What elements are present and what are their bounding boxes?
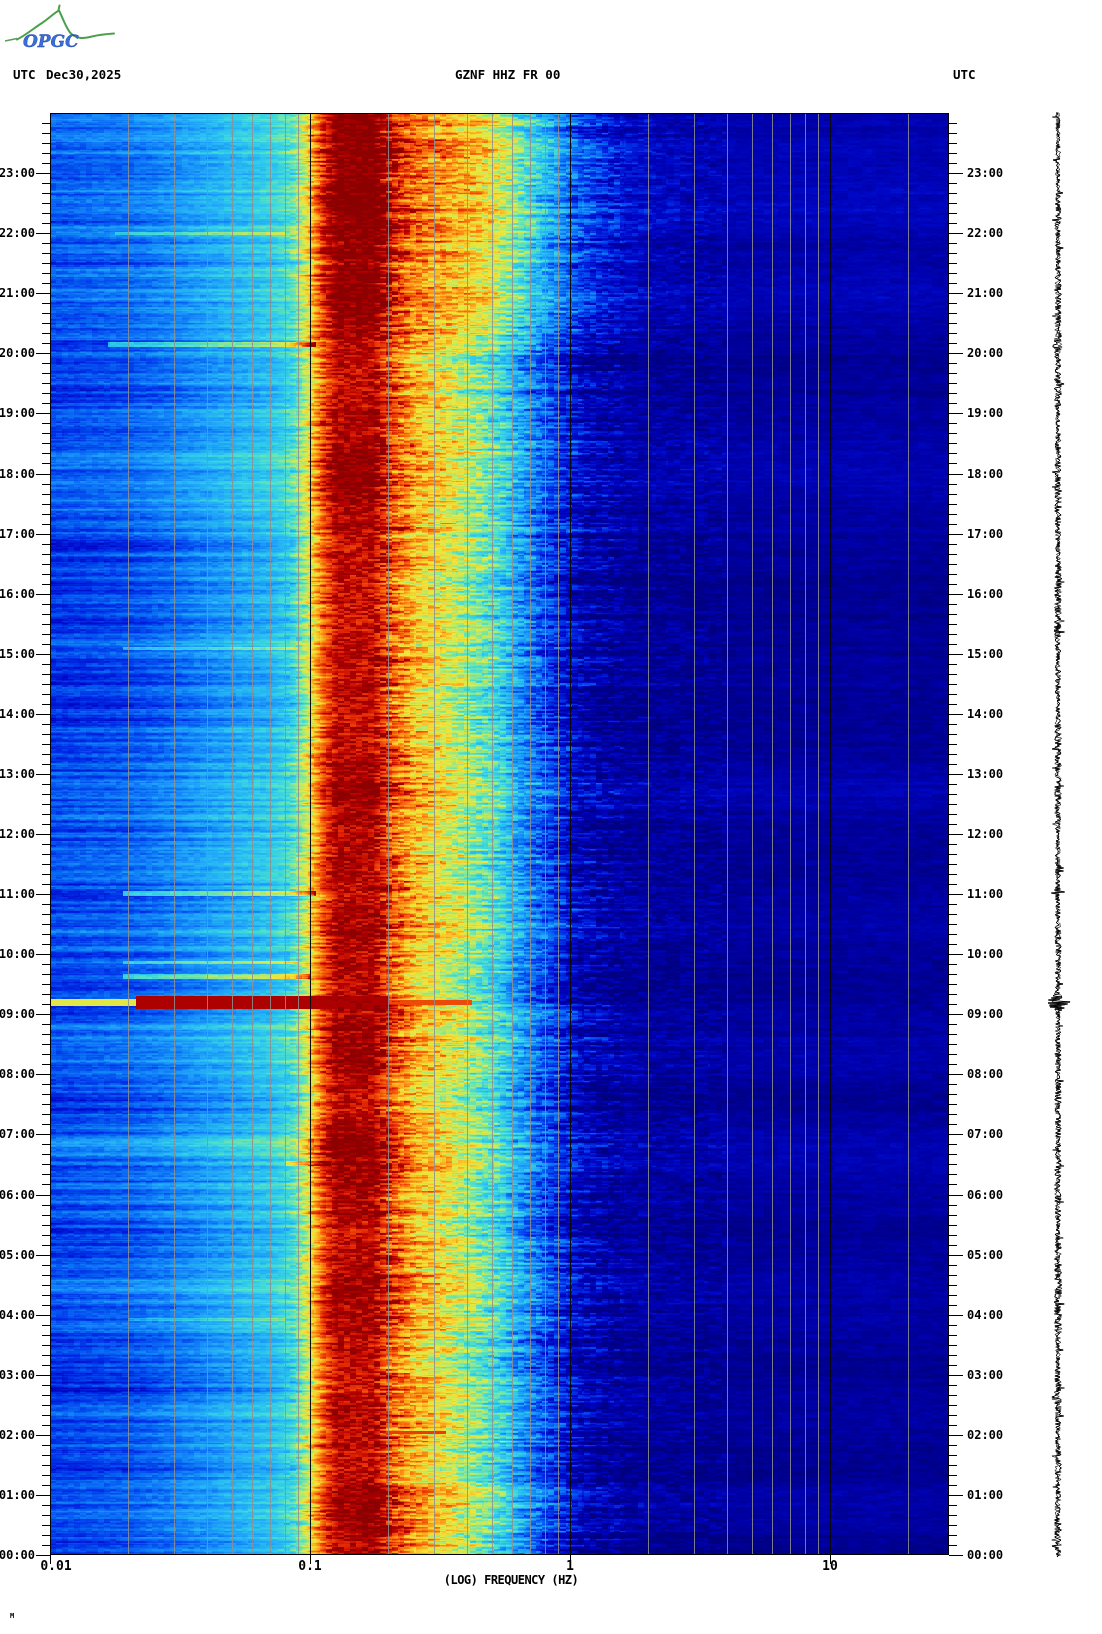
header-date: Dec30,2025 [46, 67, 121, 82]
hour-label-left: 05:00 [0, 1249, 35, 1262]
hour-label-right: 11:00 [967, 888, 1003, 901]
hour-label-right: 19:00 [967, 407, 1003, 420]
hour-label-right: 17:00 [967, 528, 1003, 541]
hour-label-right: 23:00 [967, 167, 1003, 180]
hour-label-left: 22:00 [0, 227, 35, 240]
hour-label-left: 02:00 [0, 1429, 35, 1442]
header-utc-left-label: UTC [13, 67, 36, 82]
hour-label-left: 08:00 [0, 1068, 35, 1081]
hour-label-left: 13:00 [0, 768, 35, 781]
hour-label-right: 03:00 [967, 1369, 1003, 1382]
spectrogram-canvas [50, 113, 949, 1555]
hour-label-right: 18:00 [967, 468, 1003, 481]
hour-label-left: 18:00 [0, 468, 35, 481]
hour-label-left: 01:00 [0, 1489, 35, 1502]
logo-dash-icon [5, 39, 17, 42]
footer-mark: M [10, 1612, 14, 1620]
hour-label-right: 21:00 [967, 287, 1003, 300]
hour-label-right: 13:00 [967, 768, 1003, 781]
spectrogram-page: { "header": { "logo_text": "OPGC", "utc_… [0, 0, 1102, 1634]
freq-axis-title: (LOG) FREQUENCY (HZ) [421, 1573, 601, 1587]
hour-label-right: 08:00 [967, 1068, 1003, 1081]
hour-label-right: 07:00 [967, 1128, 1003, 1141]
freq-tick-label: 0.1 [275, 1559, 345, 1574]
hour-label-left: 06:00 [0, 1189, 35, 1202]
hour-label-left: 20:00 [0, 347, 35, 360]
header-utc-right-label: UTC [953, 67, 976, 82]
hour-label-right: 09:00 [967, 1008, 1003, 1021]
hour-label-right: 12:00 [967, 828, 1003, 841]
hour-label-left: 15:00 [0, 648, 35, 661]
hour-label-left: 12:00 [0, 828, 35, 841]
hour-label-right: 01:00 [967, 1489, 1003, 1502]
logo-text: OPGC [23, 32, 79, 52]
station-title: GZNF HHZ FR 00 [455, 67, 560, 82]
hour-label-right: 16:00 [967, 588, 1003, 601]
seismogram-trace [1032, 110, 1084, 1562]
freq-tick-label: 1 [535, 1559, 605, 1574]
hour-label-right: 15:00 [967, 648, 1003, 661]
freq-tick-label: 0.01 [21, 1559, 91, 1574]
hour-label-right: 20:00 [967, 347, 1003, 360]
hour-label-right: 04:00 [967, 1309, 1003, 1322]
hour-label-left: 07:00 [0, 1128, 35, 1141]
opgc-logo: OPGC [4, 4, 126, 58]
freq-tick-label: 10 [795, 1559, 865, 1574]
hour-label-right: 14:00 [967, 708, 1003, 721]
hour-label-right: 05:00 [967, 1249, 1003, 1262]
hour-label-left: 23:00 [0, 167, 35, 180]
hour-label-left: 17:00 [0, 528, 35, 541]
hour-label-left: 19:00 [0, 407, 35, 420]
hour-label-left: 14:00 [0, 708, 35, 721]
hour-label-left: 21:00 [0, 287, 35, 300]
hour-label-right: 06:00 [967, 1189, 1003, 1202]
hour-label-right: 00:00 [967, 1549, 1003, 1562]
hour-label-left: 10:00 [0, 948, 35, 961]
hour-label-left: 09:00 [0, 1008, 35, 1021]
hour-label-right: 02:00 [967, 1429, 1003, 1442]
hour-label-left: 03:00 [0, 1369, 35, 1382]
hour-label-left: 16:00 [0, 588, 35, 601]
hour-label-right: 22:00 [967, 227, 1003, 240]
hour-label-left: 04:00 [0, 1309, 35, 1322]
hour-label-left: 11:00 [0, 888, 35, 901]
hour-label-right: 10:00 [967, 948, 1003, 961]
